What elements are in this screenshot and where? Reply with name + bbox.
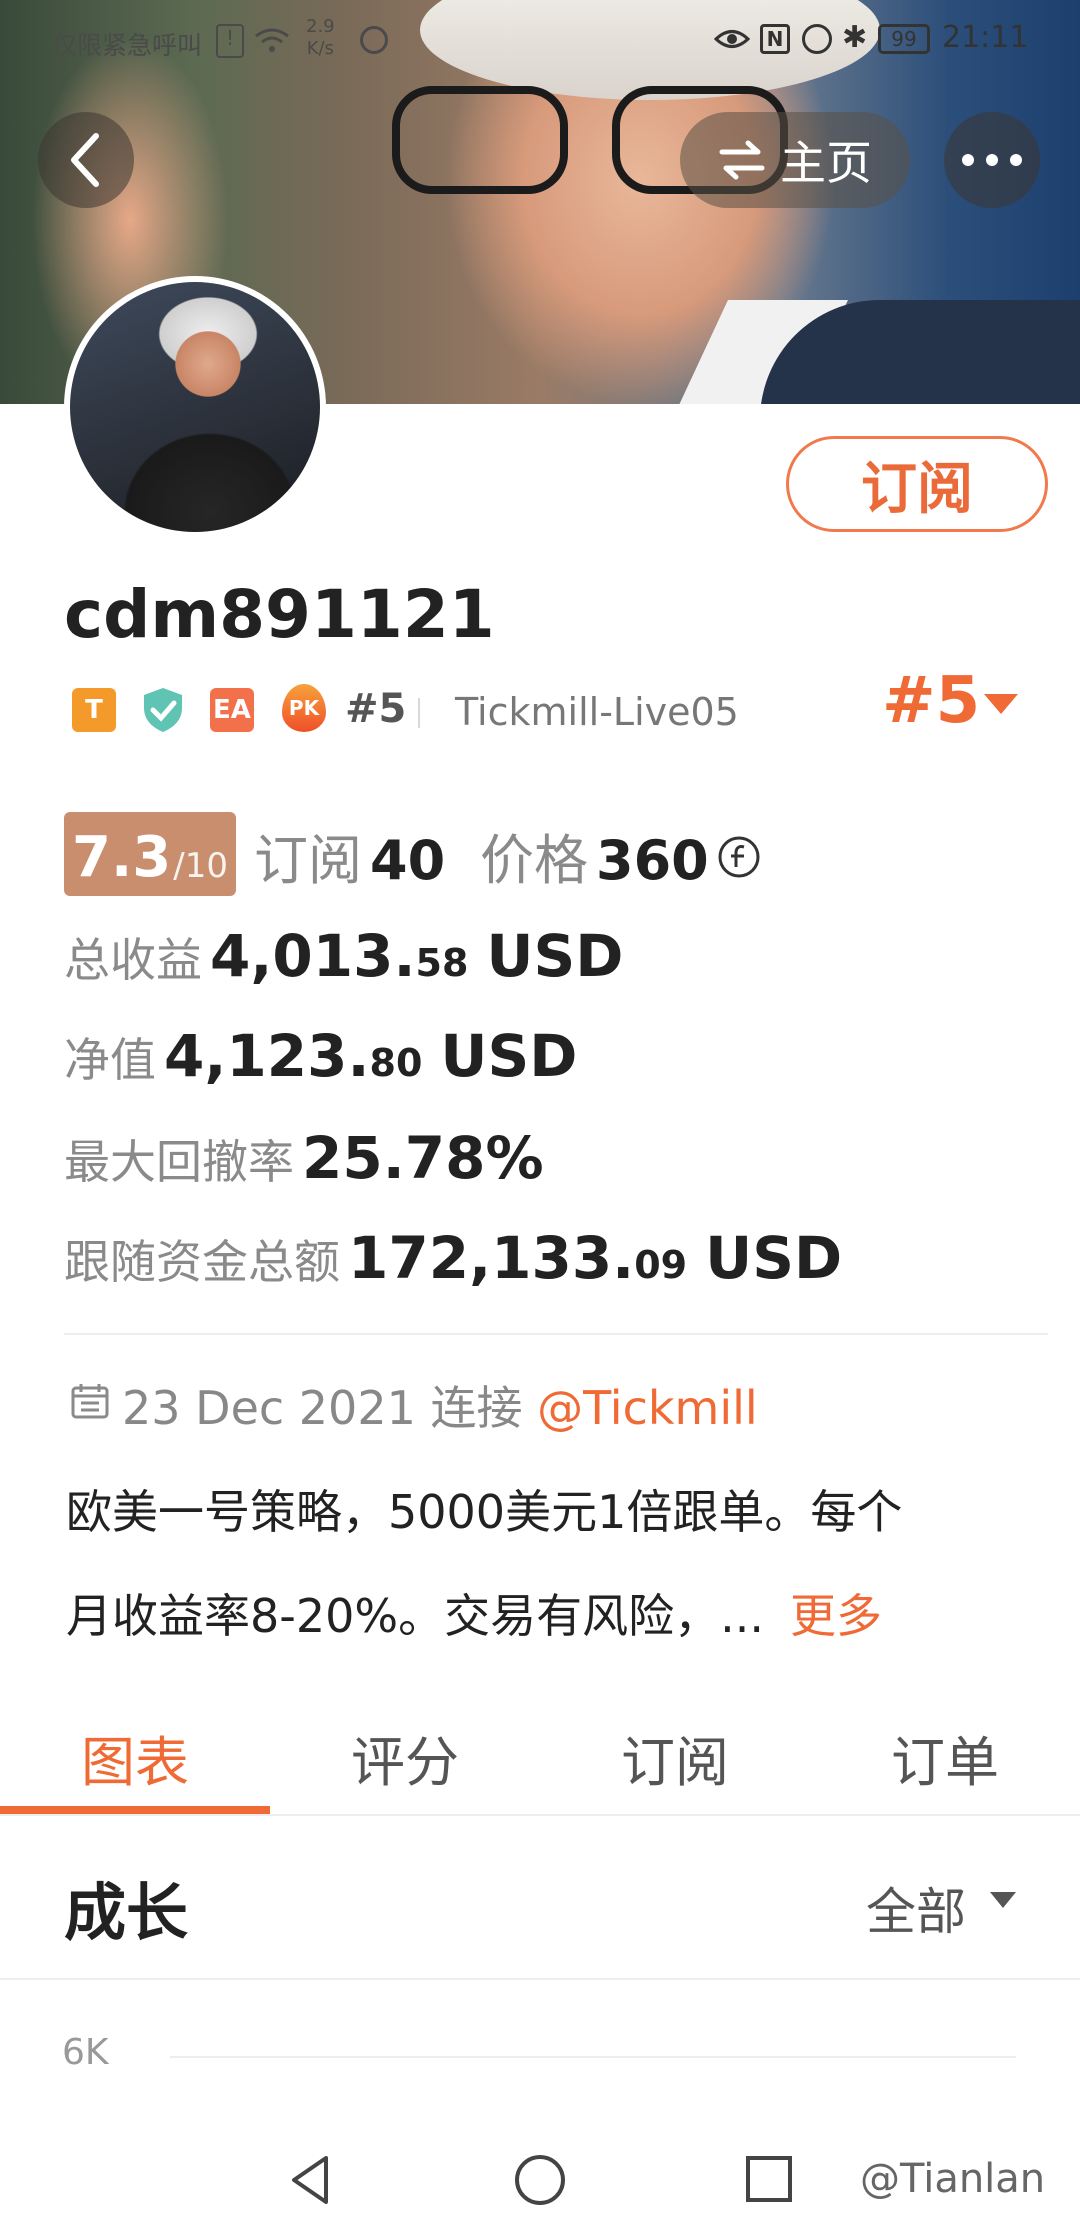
badge-trader: T <box>72 688 116 732</box>
cover-glasses-left <box>392 86 568 194</box>
net-speed: 2.9 K/s <box>306 16 335 59</box>
active-tab-indicator <box>0 1806 270 1814</box>
more-link[interactable]: 更多 <box>790 1589 882 1643</box>
tab-chart[interactable]: 图表 <box>0 1718 270 1797</box>
description-line-1: 欧美一号策略，5000美元1倍跟单。每个 <box>66 1485 903 1539</box>
status-time: 21:11 <box>942 20 1029 55</box>
subscriptions-label: 订阅 <box>254 829 362 892</box>
period-filter[interactable]: 全部 <box>866 1872 966 1944</box>
battery-level: 99 <box>891 27 917 51</box>
equity-unit: USD <box>440 1022 578 1090</box>
data-saver-icon <box>360 26 388 54</box>
section-divider <box>64 1333 1048 1335</box>
avatar-image <box>70 282 320 532</box>
rank-big[interactable]: #5 <box>882 664 980 738</box>
nav-recents-icon[interactable] <box>744 2154 794 2204</box>
back-icon <box>71 133 99 187</box>
drawdown-label: 最大回撤率 <box>64 1135 294 1189</box>
subscriptions-value: 40 <box>370 829 446 892</box>
subscriptions-stat: 订阅 40 <box>254 816 445 895</box>
follow-funds-label: 跟随资金总额 <box>64 1235 340 1289</box>
coin-icon <box>718 836 760 878</box>
description-line-2: 月收益率8-20%。交易有风险，... 更多 <box>66 1589 882 1643</box>
verified-shield-icon <box>144 688 182 732</box>
eye-icon <box>714 30 750 48</box>
swap-icon <box>719 140 765 180</box>
tabs-divider <box>0 1814 1080 1816</box>
filter-caret-icon[interactable] <box>990 1892 1016 1908</box>
drawdown-row: 最大回撤率 25.78% <box>64 1124 544 1192</box>
total-profit-unit: USD <box>486 922 624 990</box>
watermark: @Tianlan <box>860 2156 1046 2202</box>
calendar-icon <box>71 1384 109 1419</box>
home-button[interactable]: 主页 <box>680 112 910 208</box>
badge-divider <box>418 698 420 728</box>
follow-funds-row: 跟随资金总额 172,133.09 USD <box>64 1224 842 1292</box>
broker-link[interactable]: @Tickmill <box>537 1381 758 1435</box>
wifi-icon <box>255 28 289 52</box>
equity-value: 4,123.80 <box>164 1022 423 1090</box>
home-button-label: 主页 <box>780 136 872 190</box>
score-max: /10 <box>173 846 228 886</box>
server-name: Tickmill-Live05 <box>455 690 739 734</box>
alarm-icon <box>802 24 832 54</box>
y-axis-tick: 6K <box>62 2032 109 2073</box>
badge-ea: EA <box>210 688 254 732</box>
drawdown-value: 25.78% <box>302 1124 544 1192</box>
nav-back-icon[interactable] <box>286 2152 334 2208</box>
tab-rating[interactable]: 评分 <box>270 1718 540 1797</box>
equity-row: 净值 4,123.80 USD <box>64 1022 577 1090</box>
username: cdm891121 <box>64 576 495 653</box>
connect-info: 23 Dec 2021 连接 @Tickmill <box>122 1372 758 1438</box>
nav-home-icon[interactable] <box>512 2152 568 2208</box>
more-icon <box>962 154 1022 166</box>
price-label: 价格 <box>480 829 588 892</box>
follow-funds-unit: USD <box>705 1224 843 1292</box>
connect-label: 连接 <box>430 1381 523 1435</box>
price-value: 360 <box>596 829 709 892</box>
follow-funds-value: 172,133.09 <box>348 1224 688 1292</box>
badge-pk: PK <box>282 684 326 732</box>
status-emergency-text: 仅限紧急呼叫 <box>52 31 203 60</box>
total-profit-row: 总收益 4,013.58 USD <box>64 922 623 990</box>
price-stat: 价格 360 <box>480 816 761 895</box>
score-badge: 7.3 /10 <box>64 812 236 896</box>
chart-gridline <box>170 2056 1016 2058</box>
score-value: 7.3 <box>72 825 172 890</box>
equity-label: 净值 <box>64 1033 156 1087</box>
back-button[interactable] <box>38 112 134 208</box>
growth-title: 成长 <box>64 1876 189 1949</box>
tab-orders[interactable]: 订单 <box>810 1718 1080 1797</box>
total-profit-label: 总收益 <box>64 933 202 987</box>
total-profit-value: 4,013.58 <box>210 922 469 990</box>
more-button[interactable] <box>944 112 1040 208</box>
battery-icon: 99 <box>878 24 930 54</box>
tab-subscriptions[interactable]: 订阅 <box>540 1718 810 1797</box>
rank-dropdown-caret-icon[interactable] <box>984 694 1018 714</box>
bluetooth-icon: ✱ <box>842 20 868 55</box>
chart-header-divider <box>0 1978 1080 1980</box>
sim-icon: ! <box>216 24 244 58</box>
subscribe-button[interactable]: 订阅 <box>786 436 1048 532</box>
nfc-icon: N <box>760 24 790 54</box>
rank-small: #5 <box>345 686 407 732</box>
avatar[interactable] <box>64 276 326 538</box>
connect-date: 23 Dec 2021 <box>122 1381 416 1435</box>
